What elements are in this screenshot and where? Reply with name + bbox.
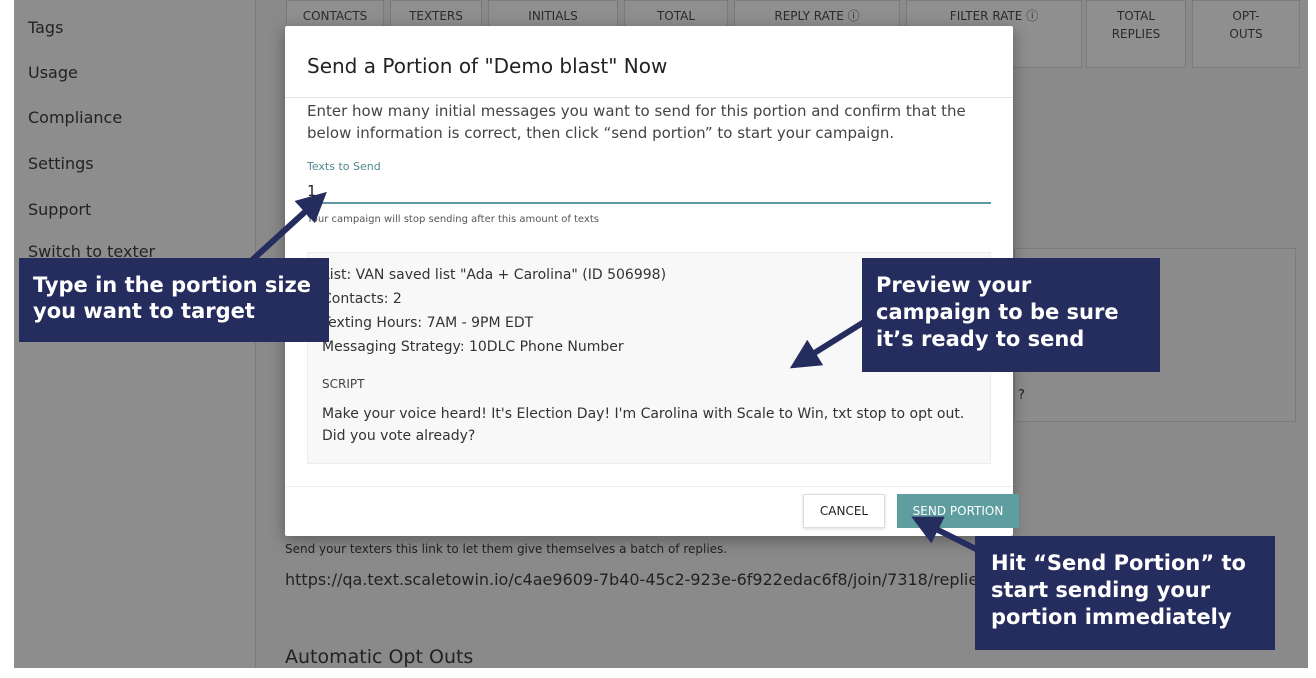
stat-label: TOTAL — [656, 9, 696, 23]
dialog-footer-divider — [285, 486, 1013, 487]
preview-contacts: Contacts: 2 — [322, 291, 402, 307]
sidebar-item-support[interactable]: Support — [28, 200, 91, 219]
sidebar-item-settings[interactable]: Settings — [28, 154, 94, 173]
callout-preview: Preview your campaign to be sure it’s re… — [862, 258, 1160, 372]
cancel-button[interactable]: CANCEL — [803, 494, 885, 528]
script-label: SCRIPT — [322, 377, 365, 391]
opt-outs-heading: Automatic Opt Outs — [285, 646, 474, 668]
send-portion-button[interactable]: SEND PORTION — [897, 494, 1019, 528]
texts-to-send-label: Texts to Send — [307, 160, 381, 173]
dialog-divider — [285, 97, 1013, 98]
callout-portion-size: Type in the portion size you want to tar… — [19, 258, 329, 342]
replies-link[interactable]: https://qa.text.scaletowin.io/c4ae9609-7… — [285, 570, 987, 589]
preview-messaging-strategy: Messaging Strategy: 10DLC Phone Number — [322, 339, 624, 355]
sidebar-item-tags[interactable]: Tags — [28, 18, 63, 37]
texts-to-send-input[interactable] — [307, 180, 991, 204]
sidebar-item-compliance[interactable]: Compliance — [28, 108, 122, 127]
stat-card-total-replies: TOTAL REPLIES — [1086, 0, 1186, 68]
help-question-mark: ? — [1018, 388, 1025, 403]
dialog-title: Send a Portion of "Demo blast" Now — [307, 54, 668, 78]
stat-card-opt-outs: OPT-OUTS — [1192, 0, 1300, 68]
script-text: Make your voice heard! It's Election Day… — [322, 406, 965, 444]
replies-info: Send your texters this link to let them … — [285, 542, 728, 556]
stat-label: FILTER RATE ⓘ — [949, 9, 1039, 23]
stat-label: TOTAL REPLIES — [1111, 9, 1161, 41]
stat-label: CONTACTS — [302, 9, 368, 23]
sidebar-item-usage[interactable]: Usage — [28, 63, 78, 82]
dialog-intro: Enter how many initial messages you want… — [307, 102, 966, 142]
callout-send-portion: Hit “Send Portion” to start sending your… — [975, 536, 1275, 650]
stat-label: OPT-OUTS — [1229, 9, 1263, 41]
stat-label: INITIALS — [528, 9, 578, 23]
stat-label: REPLY RATE ⓘ — [774, 9, 860, 23]
preview-texting-hours: Texting Hours: 7AM - 9PM EDT — [322, 315, 534, 331]
preview-list: List: VAN saved list "Ada + Carolina" (I… — [322, 267, 667, 283]
stat-label: TEXTERS — [409, 9, 463, 23]
texts-to-send-help: Your campaign will stop sending after th… — [307, 214, 599, 225]
